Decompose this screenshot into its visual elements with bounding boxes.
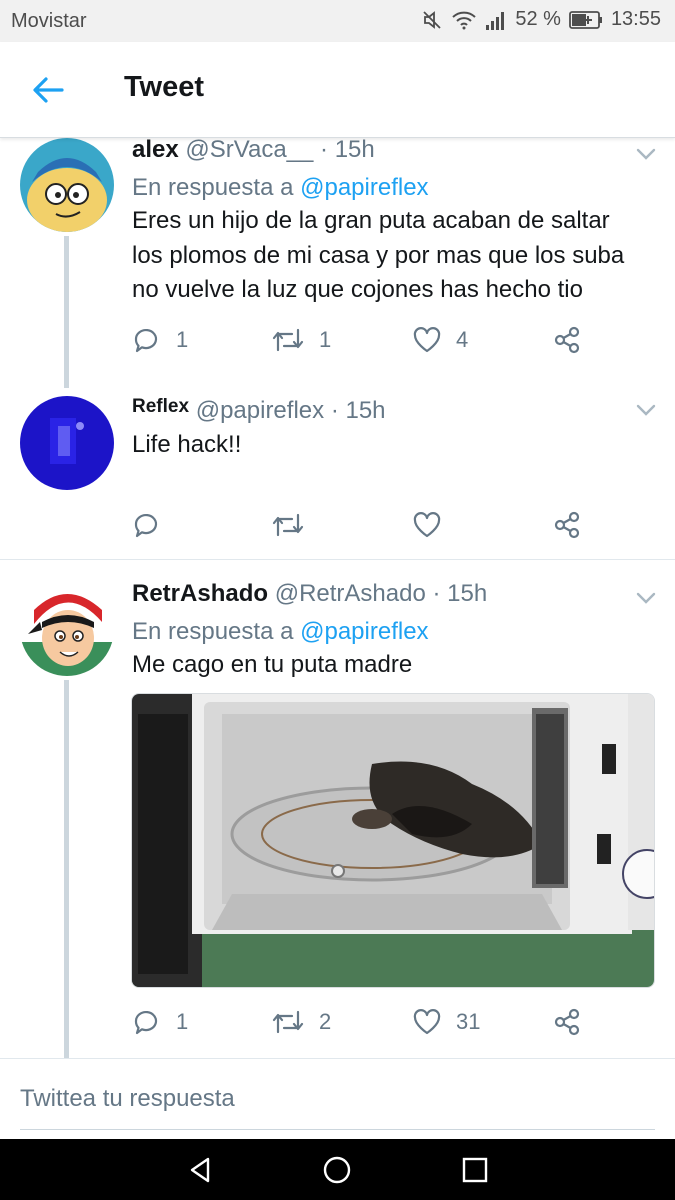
avatar-image bbox=[20, 396, 114, 490]
arrow-left-icon[interactable] bbox=[30, 72, 66, 108]
share-icon bbox=[554, 1008, 580, 1036]
tweet-actions: 1 2 31 bbox=[132, 1006, 652, 1038]
tweet-time: · 15h bbox=[320, 136, 375, 163]
tweet-time: · 15h bbox=[330, 397, 386, 424]
retweet-button[interactable]: 1 bbox=[271, 324, 331, 356]
heart-icon bbox=[413, 512, 441, 538]
back-triangle-icon[interactable] bbox=[185, 1155, 215, 1185]
tweet-actions: 1 1 4 bbox=[132, 324, 652, 356]
retweet-button[interactable] bbox=[271, 509, 319, 541]
reply-prefix: En respuesta a bbox=[132, 174, 294, 201]
share-button[interactable] bbox=[552, 509, 582, 541]
tweet-text: Life hack!! bbox=[132, 428, 662, 463]
status-icons: 52 % 13:55 bbox=[421, 8, 661, 31]
divider bbox=[0, 559, 675, 560]
tweet-time: · 15h bbox=[432, 580, 488, 607]
tweet-text: Me cago en tu puta madre bbox=[132, 648, 662, 683]
tweet-header: RetrAshado @RetrAshado · 15h bbox=[132, 580, 487, 608]
like-count: 31 bbox=[456, 1009, 481, 1034]
tweet-text: Eres un hijo de la gran puta acaban de s… bbox=[132, 204, 662, 308]
retweet-count: 2 bbox=[319, 1009, 332, 1034]
tweet-media-image[interactable] bbox=[131, 693, 655, 988]
like-button[interactable]: 31 bbox=[412, 1006, 480, 1038]
status-bar: Movistar 52 % 13:55 bbox=[0, 0, 675, 42]
reply-icon bbox=[134, 1010, 158, 1035]
share-button[interactable] bbox=[552, 324, 582, 356]
microwave-photo bbox=[132, 694, 654, 987]
recents-square-icon[interactable] bbox=[460, 1155, 490, 1185]
like-count: 4 bbox=[456, 327, 469, 352]
share-icon bbox=[554, 511, 580, 539]
reply-context: En respuesta a @papireflex bbox=[132, 174, 429, 202]
avatar[interactable] bbox=[20, 582, 114, 676]
home-circle-icon[interactable] bbox=[322, 1155, 352, 1185]
tweet-alex[interactable]: alex @SrVaca__ · 15h En respuesta a @pap… bbox=[0, 136, 675, 388]
avatar[interactable] bbox=[20, 138, 114, 232]
avatar[interactable] bbox=[20, 396, 114, 490]
display-name[interactable]: alex bbox=[132, 136, 179, 163]
reply-to-link[interactable]: @papireflex bbox=[300, 174, 428, 201]
like-button[interactable] bbox=[412, 509, 456, 541]
like-button[interactable]: 4 bbox=[412, 324, 468, 356]
tweet-text-line: Eres un hijo de la gran puta acaban de s… bbox=[132, 207, 610, 234]
reply-icon bbox=[134, 513, 158, 538]
reply-count: 1 bbox=[176, 327, 189, 352]
chevron-down-icon[interactable] bbox=[636, 148, 656, 160]
battery-percent: 52 % bbox=[515, 8, 561, 30]
reply-button[interactable]: 1 bbox=[132, 324, 188, 356]
mute-icon bbox=[423, 10, 441, 29]
reply-composer: Twittea tu respuesta bbox=[0, 1059, 675, 1139]
share-icon bbox=[554, 326, 580, 354]
thread-line bbox=[64, 680, 69, 1058]
reply-context: En respuesta a @papireflex bbox=[132, 618, 429, 646]
avatar-image bbox=[20, 582, 114, 676]
retweet-button[interactable]: 2 bbox=[271, 1006, 331, 1038]
tweet-header: Reflex @papireflex · 15h bbox=[132, 396, 386, 425]
tweet-text-line: Me cago en tu puta madre bbox=[132, 651, 413, 678]
reply-count: 1 bbox=[176, 1009, 189, 1034]
app-header: Tweet bbox=[0, 42, 675, 138]
page-title: Tweet bbox=[124, 71, 205, 103]
tweet-text-line: no vuelve la luz que cojones has hecho t… bbox=[132, 276, 583, 303]
thread-line bbox=[64, 236, 69, 388]
reply-icon bbox=[134, 328, 158, 353]
tweet-reflex[interactable]: Reflex @papireflex · 15h Life hack!! bbox=[0, 396, 675, 558]
tweet-actions bbox=[132, 509, 652, 541]
chevron-down-icon[interactable] bbox=[636, 404, 656, 416]
retweet-count: 1 bbox=[319, 327, 332, 352]
tweet-header: alex @SrVaca__ · 15h bbox=[132, 136, 375, 164]
tweet-text-line: Life hack!! bbox=[132, 431, 242, 458]
user-handle[interactable]: @SrVaca__ bbox=[185, 136, 313, 163]
reply-input-underline bbox=[20, 1129, 655, 1130]
heart-icon bbox=[413, 1009, 441, 1035]
chevron-down-icon[interactable] bbox=[636, 592, 656, 604]
reply-button[interactable]: 1 bbox=[132, 1006, 188, 1038]
retweet-icon bbox=[272, 513, 304, 537]
battery-icon bbox=[569, 10, 602, 29]
display-name[interactable]: Reflex bbox=[132, 396, 189, 417]
heart-icon bbox=[413, 327, 441, 353]
user-handle[interactable]: @papireflex bbox=[196, 397, 324, 424]
wifi-icon bbox=[452, 11, 477, 29]
clock: 13:55 bbox=[610, 8, 661, 30]
retweet-icon bbox=[272, 1010, 304, 1034]
share-button[interactable] bbox=[552, 1006, 582, 1038]
avatar-image bbox=[20, 138, 114, 232]
carrier-label: Movistar bbox=[11, 10, 87, 32]
tweet-text-line: los plomos de mi casa y por mas que los … bbox=[132, 241, 625, 269]
system-nav-bar bbox=[0, 1139, 675, 1200]
reply-input[interactable]: Twittea tu respuesta bbox=[20, 1085, 235, 1113]
user-handle[interactable]: @RetrAshado bbox=[275, 580, 426, 607]
signal-icon bbox=[486, 11, 505, 30]
reply-button[interactable] bbox=[132, 509, 176, 541]
retweet-icon bbox=[272, 328, 304, 352]
display-name[interactable]: RetrAshado bbox=[132, 580, 268, 607]
reply-prefix: En respuesta a bbox=[132, 618, 294, 645]
reply-to-link[interactable]: @papireflex bbox=[300, 618, 428, 645]
